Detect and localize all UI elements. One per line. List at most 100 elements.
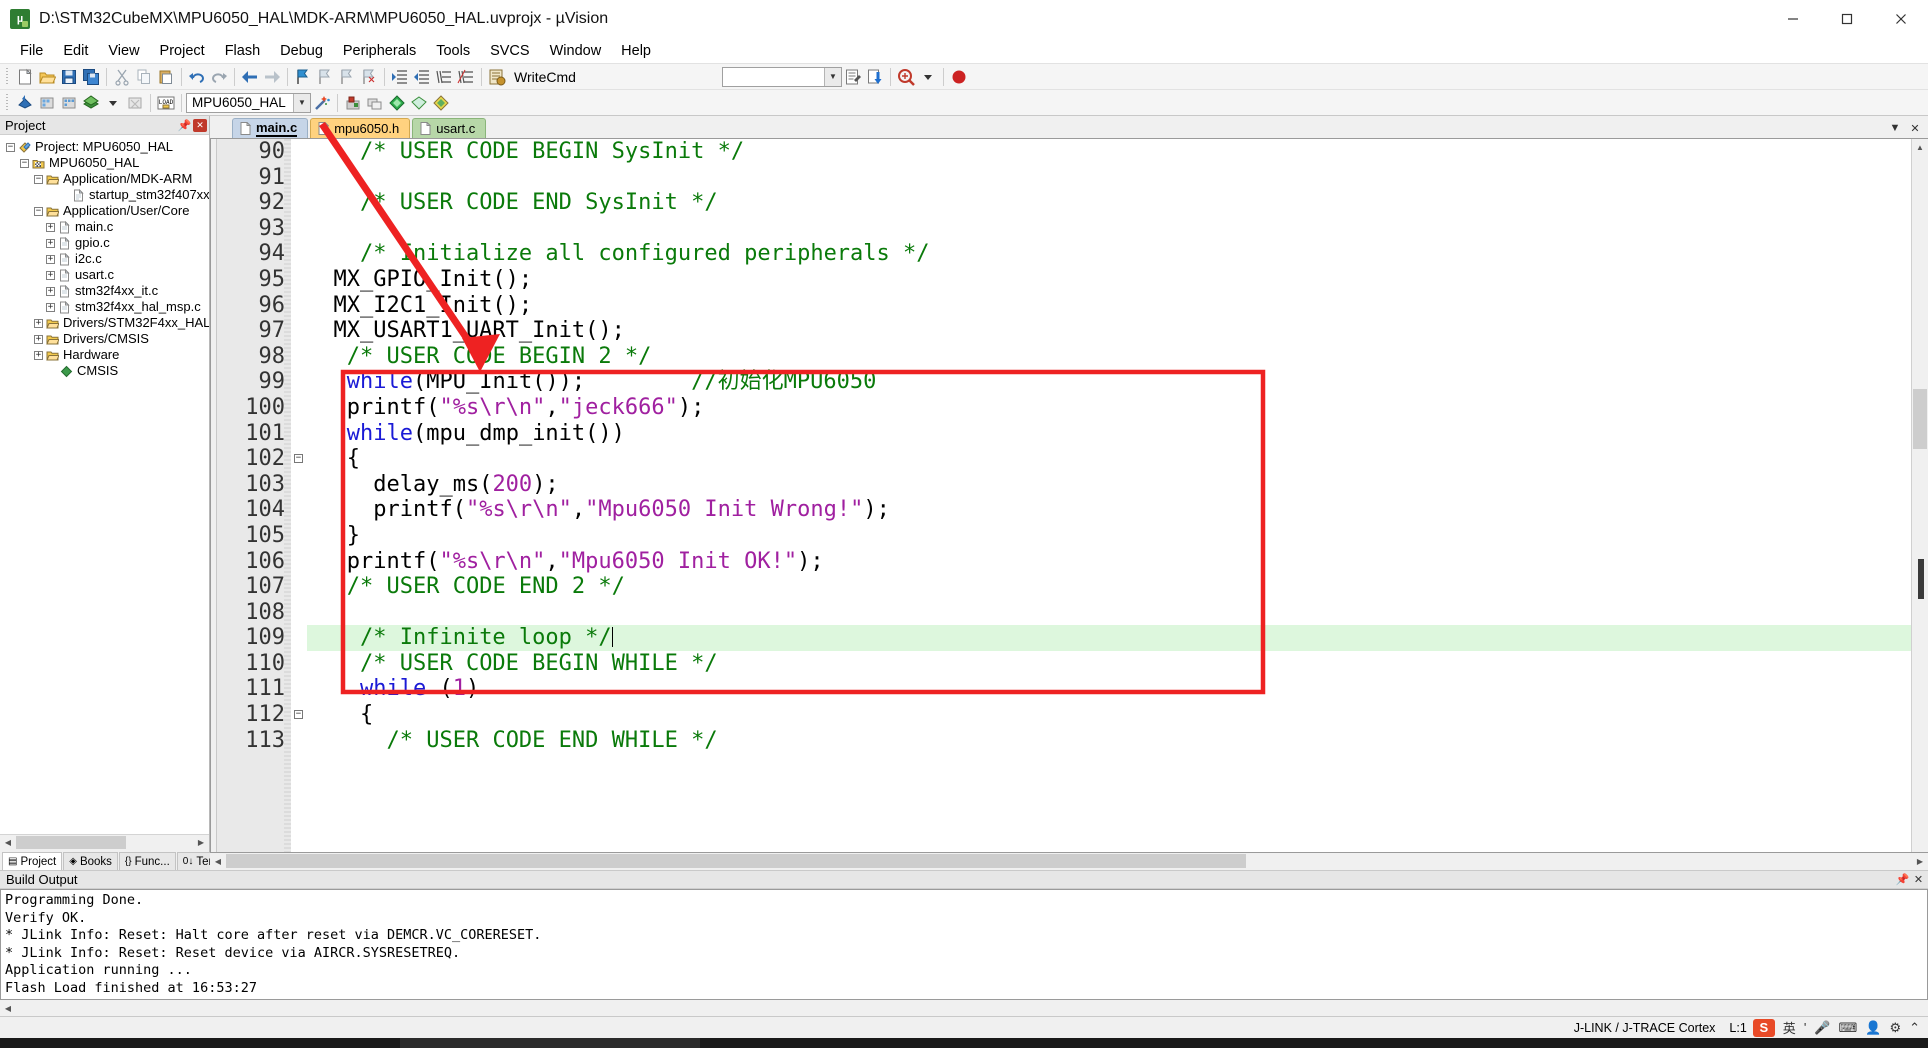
expander-icon[interactable]: − (6, 142, 15, 152)
tree-item-file-main-c[interactable]: + main.c (0, 219, 209, 235)
stop-build-icon[interactable] (124, 92, 146, 114)
menu-debug[interactable]: Debug (270, 41, 333, 61)
scroll-right-icon[interactable]: ▶ (193, 835, 209, 850)
menu-tools[interactable]: Tools (426, 41, 480, 61)
debug-dropdown-icon[interactable] (917, 66, 939, 88)
pin-icon[interactable]: 📌 (1896, 873, 1910, 886)
sogou-icon[interactable]: S (1752, 1018, 1775, 1037)
new-file-icon[interactable] (14, 66, 36, 88)
editor-tab-mpu6050-h[interactable]: mpu6050.h (310, 118, 411, 138)
bookmark-next-icon[interactable] (336, 66, 358, 88)
tree-item-file-stm32f4xx-it-c[interactable]: + stm32f4xx_it.c (0, 283, 209, 299)
debug-start-icon[interactable] (895, 66, 917, 88)
menu-help[interactable]: Help (611, 41, 661, 61)
batch-build-icon[interactable] (80, 92, 102, 114)
scroll-track[interactable] (16, 835, 193, 850)
close-icon[interactable]: ✕ (1908, 121, 1922, 135)
menu-file[interactable]: File (10, 41, 53, 61)
expand-icon[interactable]: ⌃ (1909, 1020, 1920, 1036)
panel-tab-functions[interactable]: {} Func... (118, 852, 176, 870)
menu-project[interactable]: Project (150, 41, 215, 61)
code-text[interactable]: /* USER CODE BEGIN SysInit */ /* USER CO… (307, 139, 1911, 852)
project-tree[interactable]: − Project: MPU6050_HAL − MPU6050_HAL − A… (0, 135, 209, 834)
bookmark-prev-icon[interactable] (314, 66, 336, 88)
navigate-forward-icon[interactable] (261, 66, 283, 88)
indent-icon[interactable] (389, 66, 411, 88)
expander-icon[interactable]: + (46, 254, 55, 264)
tree-item-group-usercore[interactable]: − Application/User/Core (0, 203, 209, 219)
write-cmd-label[interactable]: WriteCmd (508, 69, 582, 85)
download-icon[interactable] (864, 66, 886, 88)
tree-item-group-hal-driver[interactable]: + Drivers/STM32F4xx_HAL_Driv (0, 315, 209, 331)
expander-icon[interactable]: + (46, 270, 55, 280)
scroll-track[interactable] (16, 1000, 1928, 1016)
scroll-thumb[interactable] (1913, 389, 1927, 449)
open-file-icon[interactable] (36, 66, 58, 88)
scroll-left-icon[interactable]: ◀ (210, 854, 226, 869)
expander-icon[interactable]: + (34, 334, 43, 344)
tree-item-file-i2c-c[interactable]: + i2c.c (0, 251, 209, 267)
project-tree-hscrollbar[interactable]: ◀ ▶ (0, 834, 209, 850)
undo-icon[interactable] (186, 66, 208, 88)
tree-item-group-cmsis-drivers[interactable]: + Drivers/CMSIS (0, 331, 209, 347)
ime-chinese-icon[interactable]: 英 (1783, 1018, 1796, 1037)
build-output-text[interactable]: Programming Done. Verify OK. * JLink Inf… (0, 889, 1928, 1000)
scroll-thumb[interactable] (226, 854, 1246, 868)
scroll-thumb[interactable] (16, 836, 126, 849)
tree-item-cmsis[interactable]: CMSIS (0, 363, 209, 379)
bookmark-clear-icon[interactable] (358, 66, 380, 88)
paste-icon[interactable] (155, 66, 177, 88)
tree-item-project[interactable]: − Project: MPU6050_HAL (0, 139, 209, 155)
menu-edit[interactable]: Edit (53, 41, 98, 61)
bookmark-toggle-icon[interactable] (292, 66, 314, 88)
tree-item-file-startup[interactable]: startup_stm32f407xx.s (0, 187, 209, 203)
tree-item-target[interactable]: − MPU6050_HAL (0, 155, 209, 171)
editor-hscrollbar[interactable]: ◀ ▶ (210, 853, 1928, 870)
toolbar-grip-2[interactable] (5, 93, 11, 112)
toolbar-combo[interactable]: ▼ (721, 66, 842, 87)
tree-item-file-gpio-c[interactable]: + gpio.c (0, 235, 209, 251)
expander-icon[interactable]: − (20, 158, 29, 168)
target-select[interactable]: MPU6050_HAL ▼ (186, 92, 311, 113)
toolbar-grip[interactable] (5, 67, 11, 86)
scroll-left-icon[interactable]: ◀ (0, 1000, 16, 1016)
fold-column[interactable]: − − (291, 139, 307, 852)
tree-item-group-hardware[interactable]: + Hardware (0, 347, 209, 363)
user-icon[interactable]: 👤 (1865, 1020, 1881, 1036)
run-script-icon[interactable] (486, 66, 508, 88)
fold-toggle-icon[interactable]: − (294, 454, 303, 463)
multi-project-icon[interactable] (364, 92, 386, 114)
scroll-up-icon[interactable]: ▲ (1912, 139, 1928, 155)
mic-icon[interactable]: 🎤 (1814, 1020, 1830, 1036)
insert-icon[interactable] (842, 66, 864, 88)
chevron-down-icon[interactable]: ▼ (1888, 121, 1902, 135)
translate-icon[interactable] (14, 92, 36, 114)
tree-item-file-stm32f4xx-hal-msp-c[interactable]: + stm32f4xx_hal_msp.c (0, 299, 209, 315)
magic-wand-icon[interactable] (311, 92, 333, 114)
fold-toggle-icon[interactable]: − (294, 710, 303, 719)
save-all-icon[interactable] (80, 66, 102, 88)
minimize-button[interactable] (1766, 0, 1820, 38)
code-editor[interactable]: 90 91 92 93 94 95 96 97 98 99 100 101 10… (210, 138, 1928, 853)
panel-tab-books[interactable]: ◈ Books (63, 852, 118, 870)
rebuild-icon[interactable] (58, 92, 80, 114)
expander-icon[interactable]: + (46, 222, 55, 232)
navigate-back-icon[interactable] (239, 66, 261, 88)
menu-flash[interactable]: Flash (215, 41, 270, 61)
expander-icon[interactable]: + (46, 238, 55, 248)
panel-tab-project[interactable]: ▤ Project (2, 852, 63, 870)
outdent-icon[interactable] (411, 66, 433, 88)
redo-icon[interactable] (208, 66, 230, 88)
keyboard-icon[interactable]: ⌨ (1838, 1020, 1857, 1036)
expander-icon[interactable]: + (46, 302, 55, 312)
build-output-hscrollbar[interactable]: ◀ (0, 1000, 1928, 1016)
load-icon[interactable]: LOAD (155, 92, 177, 114)
expander-icon[interactable]: + (46, 286, 55, 296)
save-icon[interactable] (58, 66, 80, 88)
expander-icon[interactable]: + (34, 318, 43, 328)
build-icon[interactable] (36, 92, 58, 114)
settings-icon[interactable]: ⚙ (1889, 1020, 1901, 1036)
uncomment-icon[interactable] (455, 66, 477, 88)
pack-yellow-icon[interactable] (430, 92, 452, 114)
editor-tab-main-c[interactable]: main.c (232, 118, 309, 138)
